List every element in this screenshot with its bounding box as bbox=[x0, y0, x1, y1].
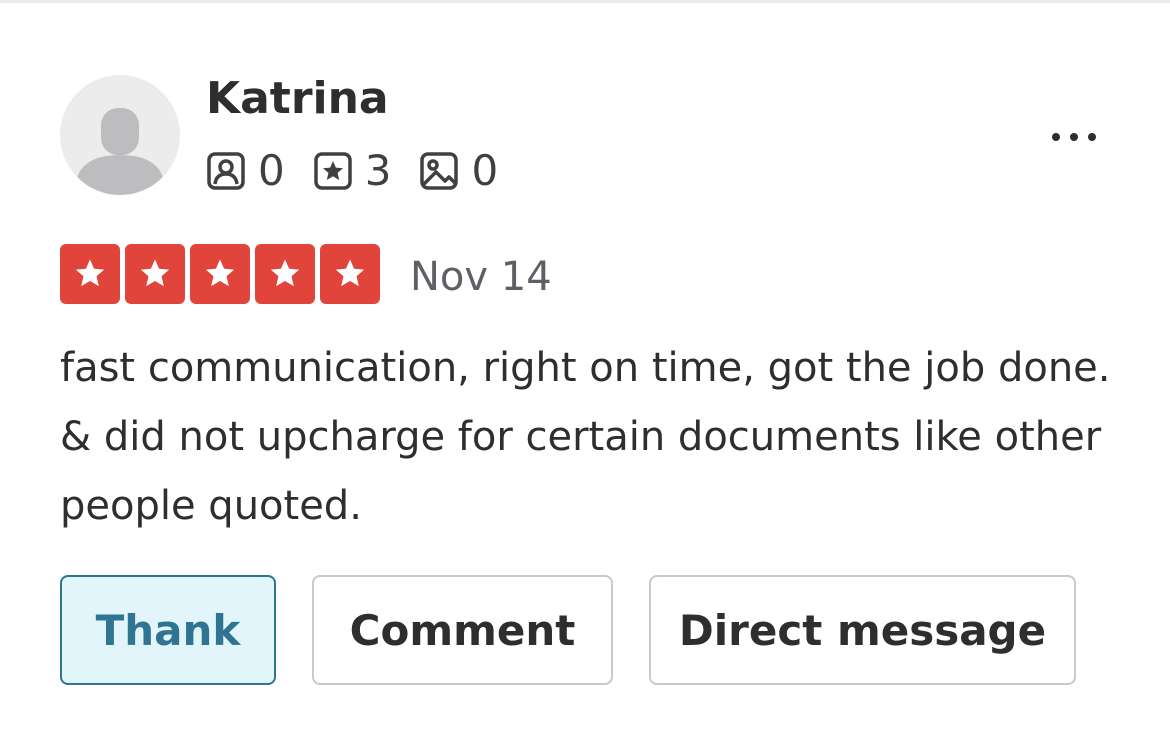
comment-button[interactable]: Comment bbox=[312, 575, 613, 685]
reviews-count: 3 bbox=[313, 143, 391, 199]
review-date: Nov 14 bbox=[410, 254, 552, 300]
dot bbox=[1052, 133, 1060, 141]
friends-icon bbox=[207, 152, 245, 190]
user-silhouette-icon bbox=[60, 75, 180, 195]
dot bbox=[1070, 133, 1078, 141]
photo-icon bbox=[420, 152, 459, 190]
reviewer-name[interactable]: Katrina bbox=[206, 71, 389, 127]
star-icon bbox=[125, 244, 185, 304]
star-icon bbox=[255, 244, 315, 304]
friends-count: 0 bbox=[206, 143, 285, 199]
avatar[interactable] bbox=[60, 75, 180, 195]
direct-message-button[interactable]: Direct message bbox=[649, 575, 1076, 685]
review-star-icon bbox=[313, 152, 352, 190]
star-icon bbox=[320, 244, 380, 304]
more-options-icon[interactable] bbox=[1036, 115, 1112, 159]
dot bbox=[1088, 133, 1096, 141]
photos-count: 0 bbox=[419, 143, 498, 199]
reviewer-stats: 0 3 0 bbox=[206, 143, 526, 199]
star-icon bbox=[190, 244, 250, 304]
star-icon bbox=[60, 244, 120, 304]
review-card: Katrina 0 3 0 Nov 14 fast communication,… bbox=[0, 0, 1170, 747]
star-rating bbox=[60, 244, 385, 304]
thank-button[interactable]: Thank bbox=[60, 575, 276, 685]
review-text: fast communication, right on time, got t… bbox=[60, 345, 1111, 529]
